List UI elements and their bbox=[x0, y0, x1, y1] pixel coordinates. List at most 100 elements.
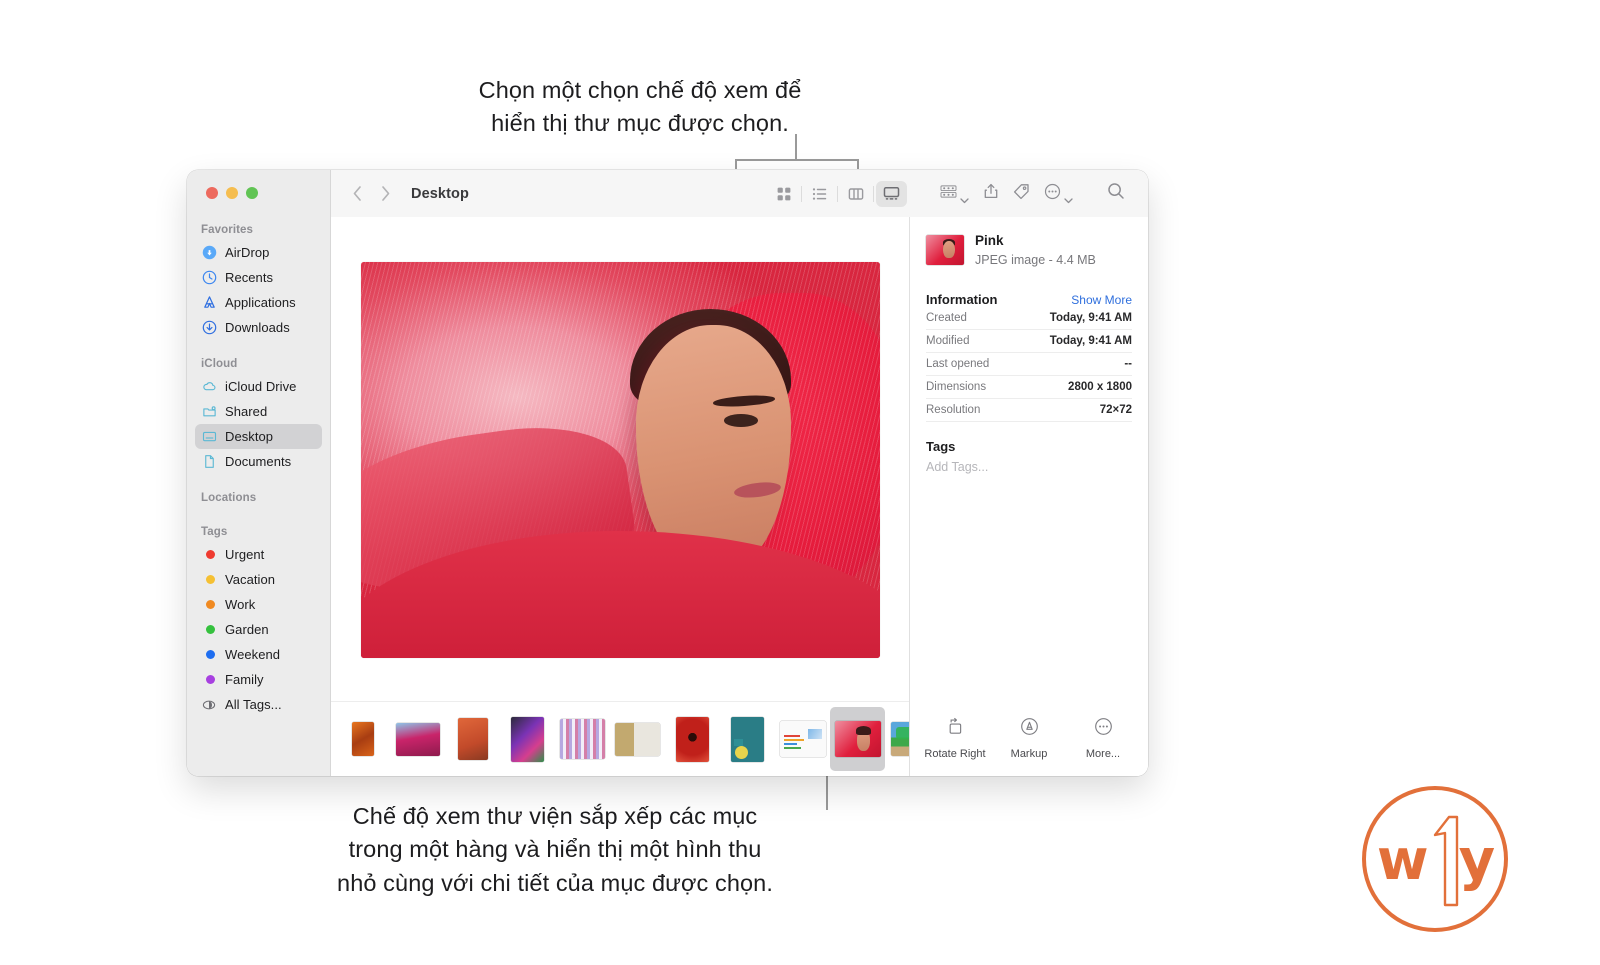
applications-icon bbox=[201, 295, 217, 311]
sidebar-item-label: Work bbox=[225, 597, 256, 612]
sidebar-header-locations: Locations bbox=[201, 492, 257, 504]
sidebar-item-garden[interactable]: Garden bbox=[195, 617, 322, 642]
more-circle-icon bbox=[1044, 183, 1061, 205]
tag-dot-icon bbox=[201, 647, 217, 663]
filmstrip-item[interactable] bbox=[775, 707, 830, 771]
info-key: Dimensions bbox=[926, 380, 987, 393]
tag-icon bbox=[1013, 183, 1030, 205]
filmstrip-item[interactable] bbox=[885, 707, 909, 771]
filmstrip-item[interactable] bbox=[335, 707, 390, 771]
close-button[interactable] bbox=[206, 187, 218, 199]
preview-image[interactable] bbox=[360, 261, 880, 658]
info-key: Modified bbox=[926, 334, 970, 347]
airdrop-icon bbox=[201, 245, 217, 261]
logo-text-left: w bbox=[1376, 828, 1429, 893]
filmstrip-item[interactable] bbox=[445, 707, 500, 771]
sidebar-item-label: Weekend bbox=[225, 647, 281, 662]
share-button[interactable] bbox=[976, 181, 1006, 207]
filmstrip-item[interactable] bbox=[720, 707, 775, 771]
sidebar-item-family[interactable]: Family bbox=[195, 667, 322, 692]
filmstrip[interactable] bbox=[331, 701, 909, 776]
zoom-button[interactable] bbox=[246, 187, 258, 199]
info-row-resolution: Resolution 72×72 bbox=[926, 399, 1132, 422]
sidebar-item-label: AirDrop bbox=[225, 245, 270, 260]
column-view-button[interactable] bbox=[840, 181, 871, 207]
icon-view-button[interactable] bbox=[768, 181, 799, 207]
sidebar-item-airdrop[interactable]: AirDrop bbox=[195, 240, 322, 265]
more-button[interactable]: More... bbox=[1066, 717, 1140, 760]
sidebar-item-downloads[interactable]: Downloads bbox=[195, 315, 322, 340]
show-more-link[interactable]: Show More bbox=[1071, 293, 1132, 307]
sidebar: Favorites AirDrop Recents Applications D… bbox=[187, 170, 331, 776]
filmstrip-item[interactable] bbox=[610, 707, 665, 771]
action-label: Markup bbox=[1010, 748, 1048, 760]
info-value: Today, 9:41 AM bbox=[1049, 311, 1132, 324]
clock-icon bbox=[201, 270, 217, 286]
toolbar-divider bbox=[801, 185, 802, 202]
sidebar-item-label: Downloads bbox=[225, 320, 290, 335]
logo-numeral-one bbox=[1423, 811, 1463, 911]
sidebar-item-urgent[interactable]: Urgent bbox=[195, 542, 322, 567]
callout-top-bracket-right-tick bbox=[857, 159, 859, 169]
markup-button[interactable]: Markup bbox=[992, 717, 1066, 760]
add-tags-input[interactable]: Add Tags... bbox=[926, 460, 1132, 474]
info-value: Today, 9:41 AM bbox=[1049, 334, 1132, 347]
sidebar-item-label: Urgent bbox=[225, 547, 265, 562]
sidebar-item-documents[interactable]: Documents bbox=[195, 449, 322, 474]
logo-inner: w y bbox=[1376, 811, 1495, 911]
sidebar-item-all-tags[interactable]: All Tags... bbox=[195, 692, 322, 717]
search-button[interactable] bbox=[1100, 181, 1132, 207]
filmstrip-item-selected[interactable] bbox=[830, 707, 885, 771]
info-row-modified: Modified Today, 9:41 AM bbox=[926, 330, 1132, 353]
filmstrip-item[interactable] bbox=[555, 707, 610, 771]
list-view-button[interactable] bbox=[804, 181, 835, 207]
tags-button[interactable] bbox=[1006, 181, 1037, 207]
minimize-button[interactable] bbox=[226, 187, 238, 199]
info-row-created: Created Today, 9:41 AM bbox=[926, 307, 1132, 330]
page-title: Desktop bbox=[411, 185, 469, 202]
filmstrip-item[interactable] bbox=[390, 707, 445, 771]
tag-dot-icon bbox=[201, 572, 217, 588]
sidebar-scroll[interactable]: Favorites AirDrop Recents Applications D… bbox=[187, 216, 330, 776]
brand-logo: w y bbox=[1362, 786, 1508, 932]
filmstrip-item[interactable] bbox=[665, 707, 720, 771]
sidebar-item-vacation[interactable]: Vacation bbox=[195, 567, 322, 592]
info-key: Resolution bbox=[926, 403, 981, 416]
forward-button[interactable] bbox=[380, 185, 391, 202]
sidebar-item-label: iCloud Drive bbox=[225, 379, 297, 394]
sidebar-item-weekend[interactable]: Weekend bbox=[195, 642, 322, 667]
cloud-icon bbox=[201, 379, 217, 395]
back-button[interactable] bbox=[352, 185, 363, 202]
sidebar-item-applications[interactable]: Applications bbox=[195, 290, 322, 315]
group-by-button[interactable] bbox=[933, 181, 976, 207]
callout-top-stem bbox=[795, 134, 797, 160]
gallery-view-button[interactable] bbox=[876, 180, 907, 207]
sidebar-item-label: Vacation bbox=[225, 572, 276, 587]
more-options-button[interactable] bbox=[1037, 181, 1080, 207]
all-tags-icon bbox=[201, 697, 217, 713]
sidebar-item-icloud-drive[interactable]: iCloud Drive bbox=[195, 374, 322, 399]
annotation-bottom: Chế độ xem thư viện sắp xếp các mục tron… bbox=[337, 803, 773, 896]
sidebar-header-icloud: iCloud bbox=[201, 358, 238, 370]
group-icon bbox=[940, 184, 957, 204]
chevron-down-icon bbox=[1064, 191, 1073, 203]
callout-top-bracket bbox=[735, 159, 859, 161]
search-icon bbox=[1107, 182, 1125, 205]
rotate-right-button[interactable]: Rotate Right bbox=[918, 717, 992, 760]
file-header: Pink JPEG image - 4.4 MB bbox=[926, 217, 1132, 269]
sidebar-item-desktop[interactable]: Desktop bbox=[195, 424, 322, 449]
shared-folder-icon bbox=[201, 404, 217, 420]
sidebar-item-label: All Tags... bbox=[225, 697, 282, 712]
filmstrip-item[interactable] bbox=[500, 707, 555, 771]
info-value: -- bbox=[1124, 357, 1132, 370]
sidebar-item-shared[interactable]: Shared bbox=[195, 399, 322, 424]
info-key: Last opened bbox=[926, 357, 990, 370]
sidebar-header-tags: Tags bbox=[201, 526, 228, 538]
sidebar-item-recents[interactable]: Recents bbox=[195, 265, 322, 290]
sidebar-item-work[interactable]: Work bbox=[195, 592, 322, 617]
share-icon bbox=[983, 183, 999, 205]
navigation-arrows bbox=[352, 185, 391, 202]
